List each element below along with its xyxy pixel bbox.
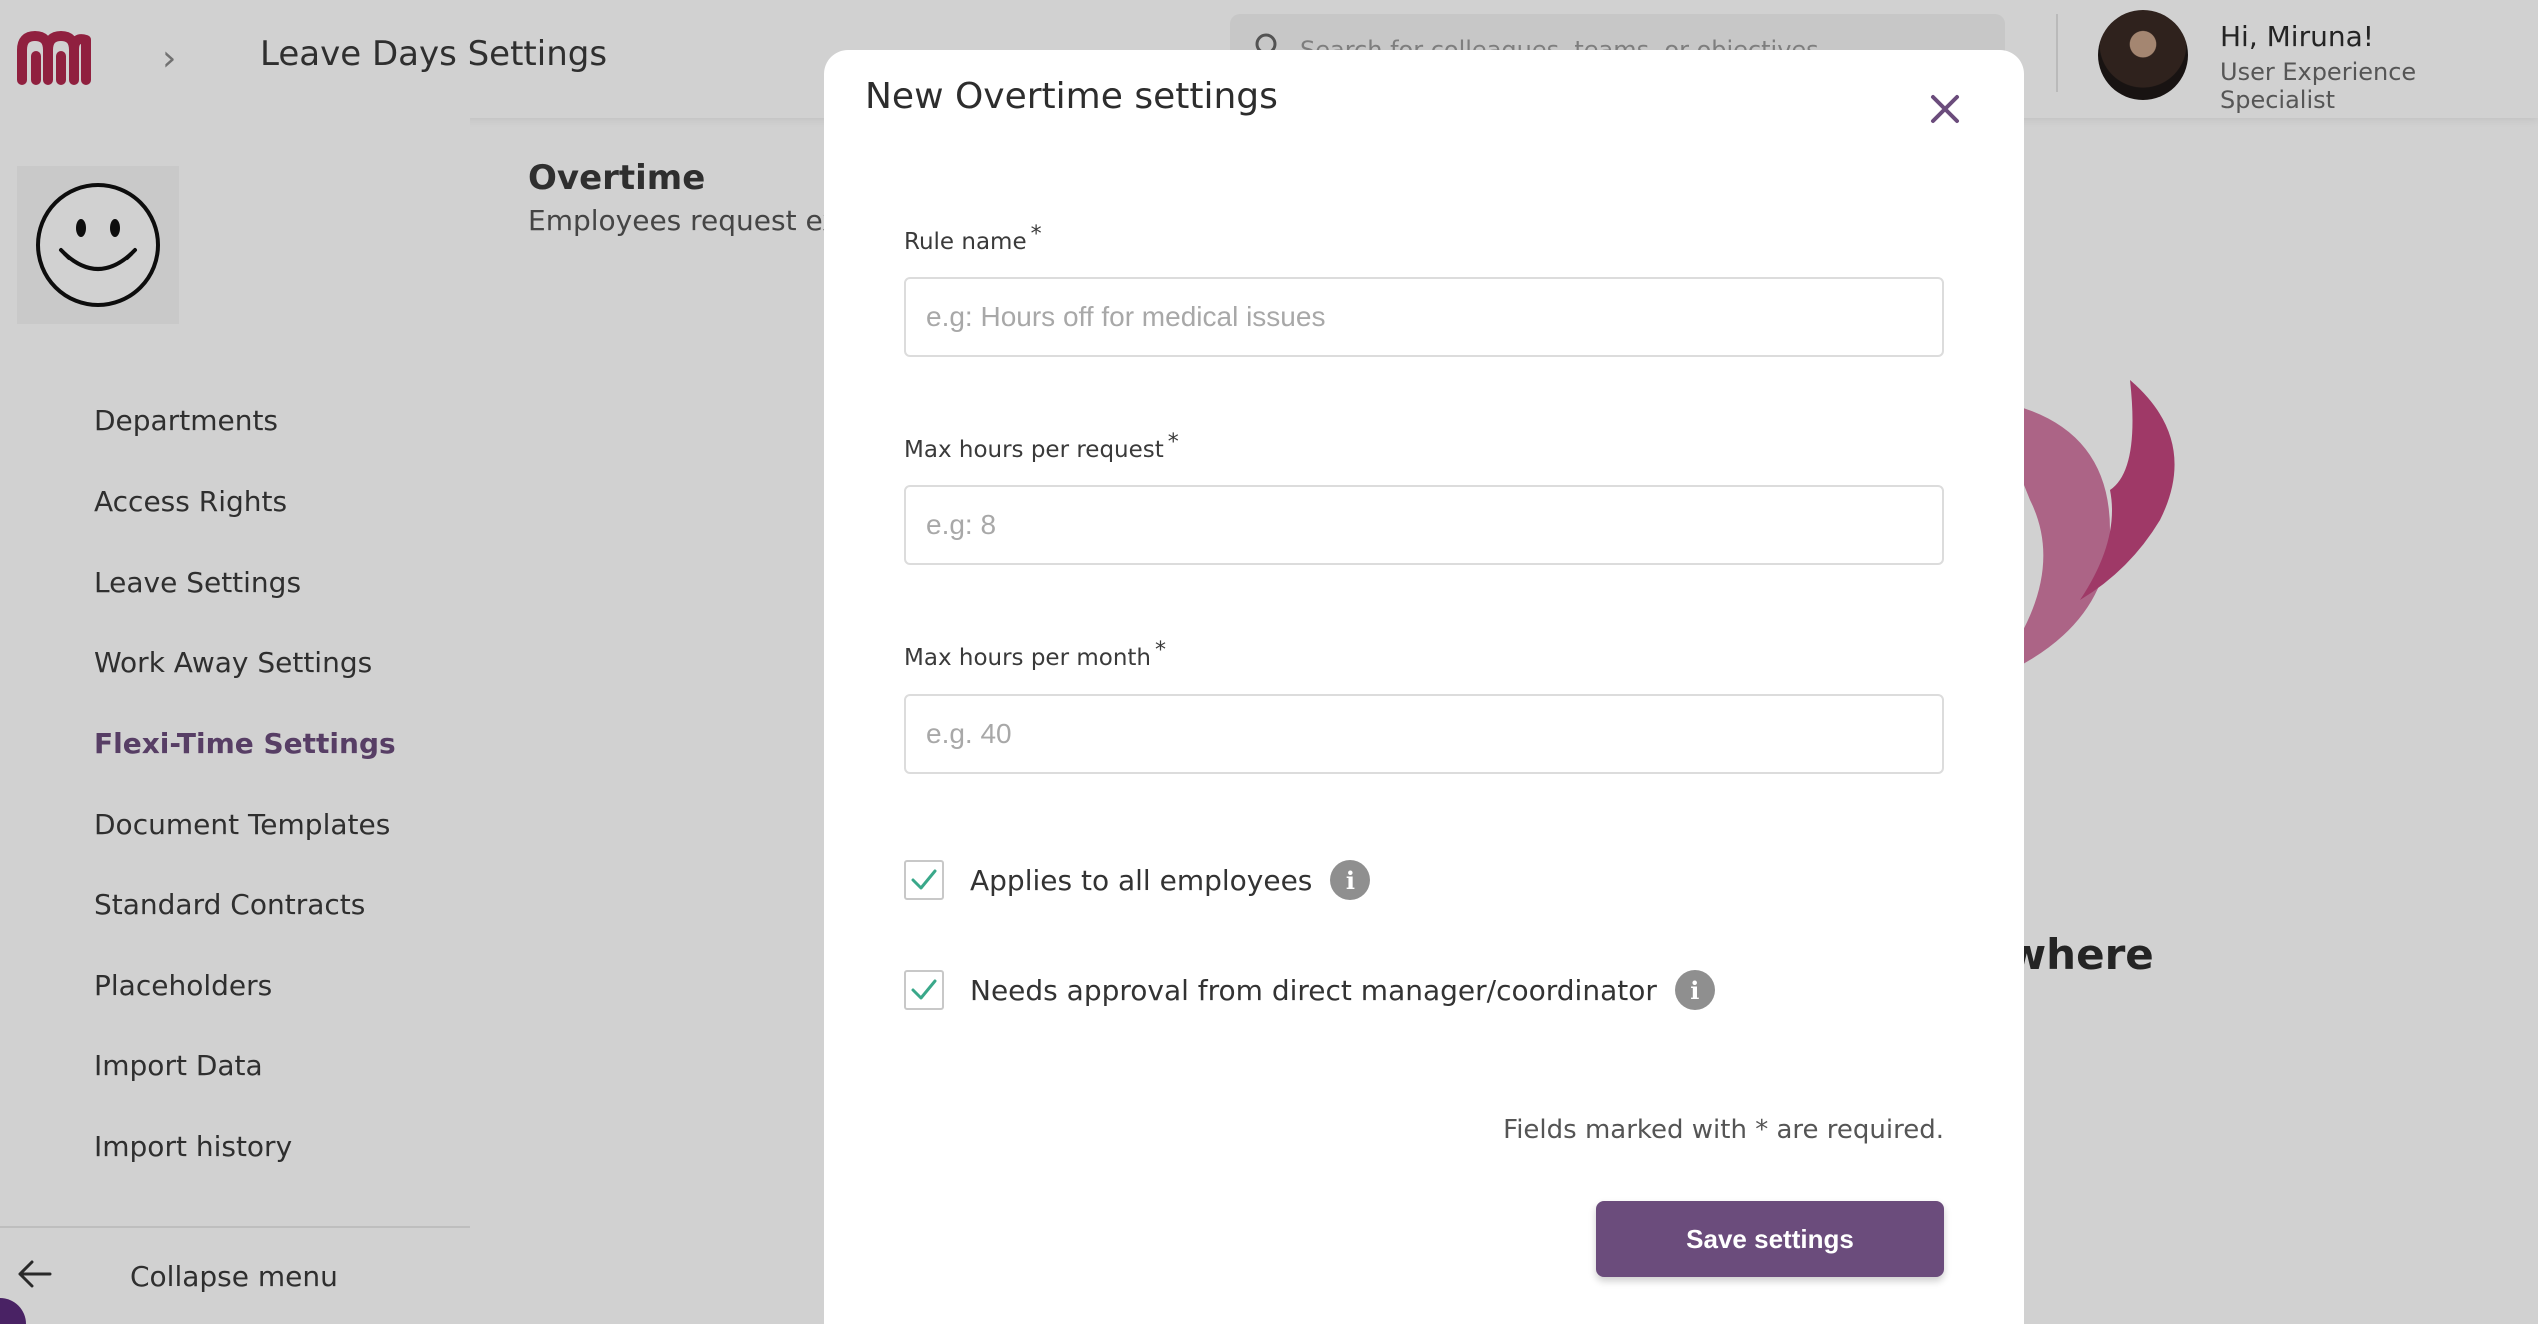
check-icon [911, 979, 937, 1000]
check-icon [911, 869, 937, 890]
applies-to-all-row: Applies to all employees i [904, 860, 1371, 900]
max-hours-per-month-label: Max hours per month * [904, 638, 1167, 671]
needs-approval-label[interactable]: Needs approval from direct manager/coord… [970, 974, 1657, 1007]
info-icon[interactable]: i [1330, 860, 1371, 900]
max-hours-per-request-input[interactable] [904, 485, 1944, 565]
needs-approval-row: Needs approval from direct manager/coord… [904, 970, 1715, 1010]
rule-name-input[interactable] [904, 277, 1944, 357]
applies-to-all-label[interactable]: Applies to all employees [970, 864, 1312, 897]
info-icon[interactable]: i [1674, 970, 1715, 1010]
close-icon[interactable] [1928, 92, 1962, 126]
applies-to-all-checkbox[interactable] [904, 860, 944, 900]
required-fields-note: Fields marked with * are required. [1503, 1115, 1944, 1145]
rule-name-label: Rule name * [904, 222, 1042, 255]
needs-approval-checkbox[interactable] [904, 970, 944, 1010]
overtime-settings-modal: New Overtime settings Rule name* Max hou… [824, 50, 2024, 1324]
max-hours-per-request-label: Max hours per request * [904, 430, 1179, 463]
max-hours-per-month-input[interactable] [904, 694, 1944, 774]
modal-title: New Overtime settings [865, 76, 1278, 117]
save-settings-button[interactable]: Save settings [1596, 1201, 1944, 1277]
